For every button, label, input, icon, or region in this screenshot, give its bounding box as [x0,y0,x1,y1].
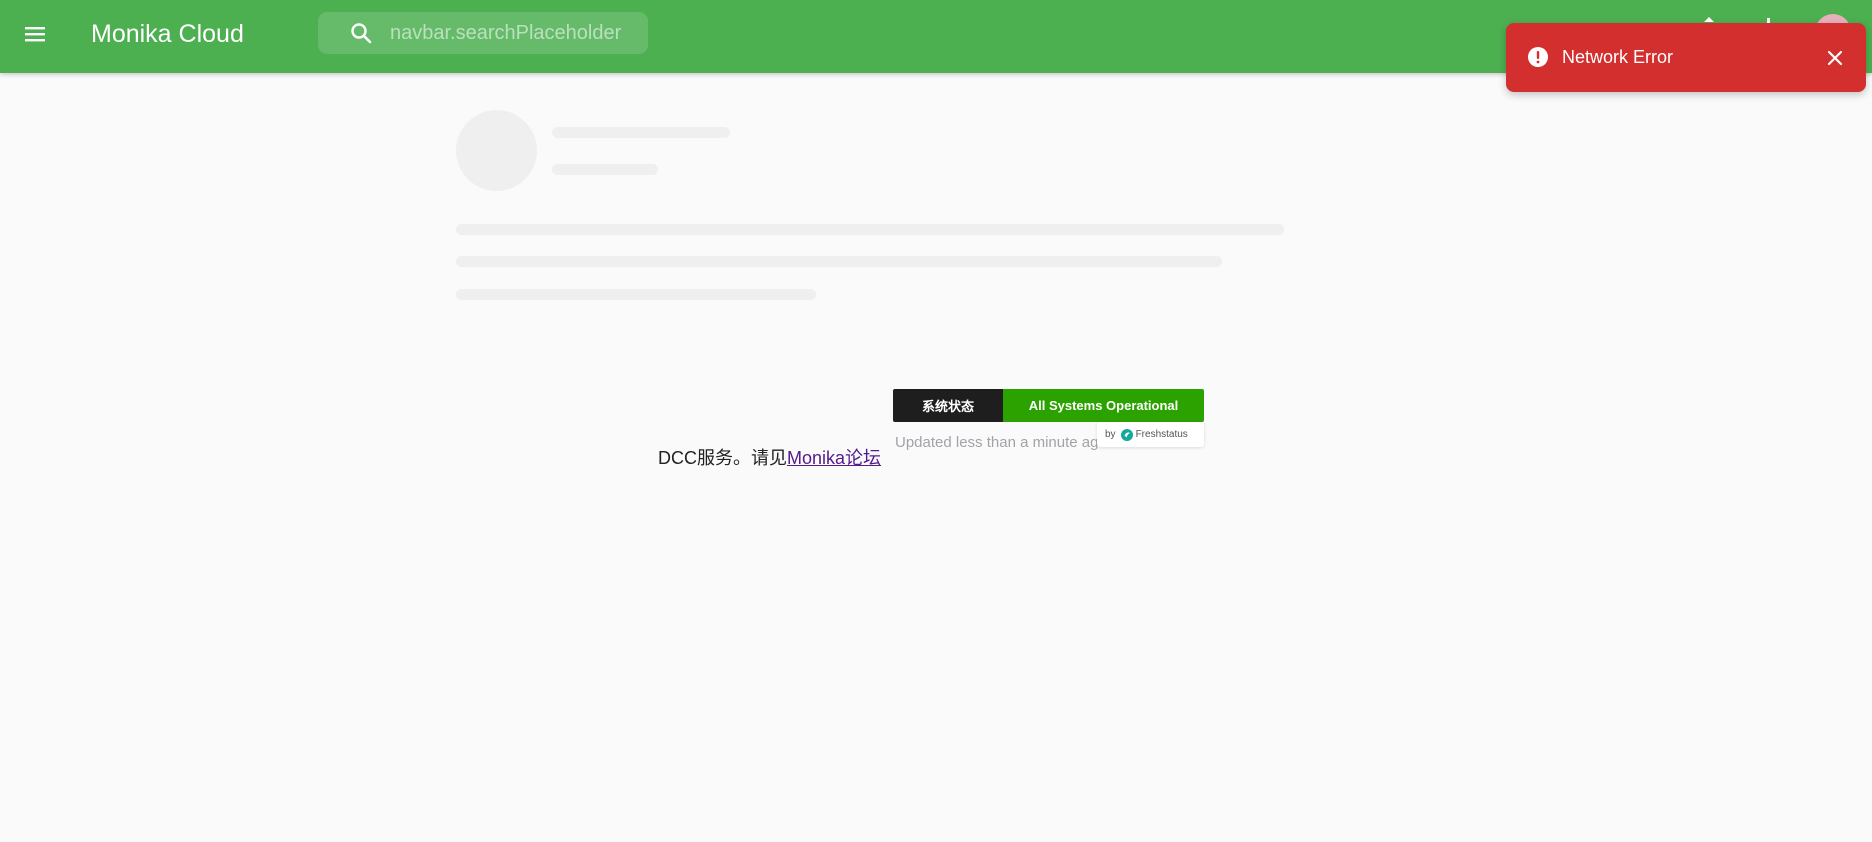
close-icon [1827,50,1843,66]
menu-button[interactable] [20,19,50,49]
badge-by-text: by [1105,429,1116,440]
skeleton-avatar [456,110,537,191]
search-icon [351,23,372,44]
status-widget[interactable]: 系统状态 All Systems Operational [893,389,1204,422]
status-updated-text: Updated less than a minute ago [895,434,1107,451]
menu-icon [25,27,45,42]
skeleton-subheading-line [552,164,658,175]
dcc-notice: DCC服务。请见Monika论坛 [658,444,881,470]
freshstatus-badge[interactable]: by Freshstatus [1097,422,1204,447]
badge-provider-text: Freshstatus [1135,429,1188,440]
error-toast: Network Error [1506,23,1866,92]
search-input[interactable] [388,12,638,54]
dcc-notice-text: DCC服务。请见 [658,448,787,468]
skeleton-text-line [456,256,1222,267]
status-label: 系统状态 [893,389,1003,422]
skeleton-heading-line [552,127,730,138]
forum-link[interactable]: Monika论坛 [787,448,881,468]
freshstatus-logo-icon [1120,428,1133,441]
search-box[interactable] [318,12,648,54]
toast-message: Network Error [1562,47,1674,67]
skeleton-text-line [456,224,1284,235]
error-icon [1528,47,1548,67]
toast-close-button[interactable] [1822,45,1848,71]
app-title[interactable]: Monika Cloud [91,19,244,49]
status-value: All Systems Operational [1003,389,1204,422]
skeleton-text-line [456,289,816,300]
